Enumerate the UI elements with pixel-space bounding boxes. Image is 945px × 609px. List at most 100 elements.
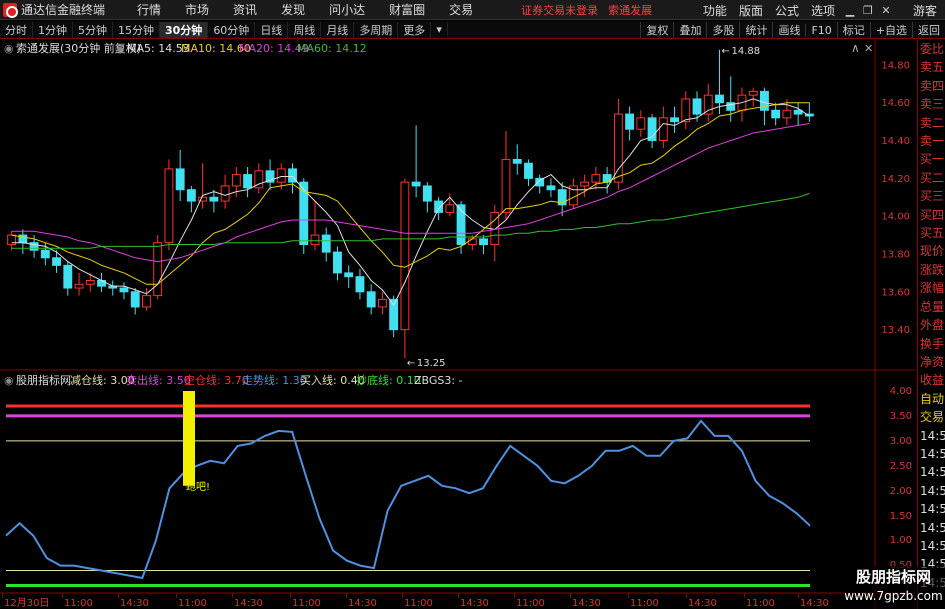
- period-tab-60min[interactable]: 60分钟: [208, 21, 256, 38]
- quote-field-label: 卖四: [920, 78, 945, 93]
- ind-y-tick: 1.00: [890, 535, 912, 546]
- period-tab-timeshare[interactable]: 分时: [0, 21, 33, 38]
- signal-text: 跑吧!: [186, 480, 210, 493]
- period-tab-1min[interactable]: 1分钟: [33, 21, 73, 38]
- quote-field-label: 买一: [920, 152, 945, 167]
- mark-button[interactable]: 标记: [836, 22, 870, 38]
- more-dropdown-icon[interactable]: ▾: [431, 23, 448, 36]
- period-tab-week[interactable]: 周线: [288, 21, 322, 38]
- x-tick-label: 11:00: [404, 598, 433, 609]
- candle-body: [164, 168, 174, 244]
- quote-field-label: 买五: [920, 226, 945, 241]
- ma-options-icon[interactable]: ◉: [115, 42, 125, 55]
- x-axis: 12月30日 11:00 14:30 11:00 14:30 11:00 14:30 11:0…: [2, 593, 829, 609]
- candle-body: [411, 181, 421, 187]
- menu-quotes[interactable]: 行情: [125, 1, 173, 18]
- quote-field-label: 净资: [920, 354, 945, 369]
- candle-body: [85, 279, 95, 285]
- period-tab-30min[interactable]: 30分钟: [160, 21, 209, 38]
- minimize-icon[interactable]: ▁: [841, 4, 859, 17]
- candle-body: [512, 158, 522, 164]
- overlay-button[interactable]: 叠加: [673, 22, 706, 38]
- trade-login-status[interactable]: 证券交易未登录: [521, 2, 598, 18]
- guest-user[interactable]: 游客: [913, 2, 937, 19]
- main-y-tick: 13.40: [881, 325, 910, 336]
- main-y-tick: 13.60: [881, 287, 910, 298]
- multi-stock-button[interactable]: 多股: [706, 22, 739, 38]
- menu-market[interactable]: 市场: [173, 1, 221, 18]
- candle-body: [52, 257, 61, 266]
- period-tab-5min[interactable]: 5分钟: [73, 21, 113, 38]
- candle-body: [333, 251, 342, 274]
- menu-bar: 通达信金融终端 行情 市场 资讯 发现 问小达 财富圈 交易 证券交易未登录 索…: [0, 0, 945, 20]
- ind-y-tick: 3.50: [890, 411, 912, 422]
- trade-detail-time: 14:5: [920, 502, 945, 517]
- restore-icon[interactable]: ❐: [859, 4, 877, 17]
- candle-body: [310, 234, 320, 246]
- back-button[interactable]: 返回: [912, 22, 945, 38]
- candle-body: [715, 94, 724, 104]
- watermark: 股朋指标网 www.7gpzb.com: [842, 566, 945, 609]
- menu-formula[interactable]: 公式: [769, 2, 805, 19]
- period-tab-day[interactable]: 日线: [255, 21, 289, 38]
- candle-body: [153, 242, 163, 297]
- period-tab-15min[interactable]: 15分钟: [113, 21, 160, 38]
- indicator-legend-trend: 走势线: 1.30: [242, 373, 307, 387]
- add-watchlist-button[interactable]: +自选: [869, 22, 912, 38]
- candle-body: [142, 295, 151, 308]
- settings-icon[interactable]: ✕: [864, 42, 873, 55]
- menu-layout[interactable]: 版面: [733, 2, 769, 19]
- adjust-button[interactable]: 复权: [640, 22, 673, 38]
- x-tick-label: 14:30: [800, 598, 829, 609]
- candle-body: [366, 291, 376, 308]
- current-stock-name: 索通发展: [608, 3, 653, 17]
- indicator-options-icon[interactable]: ◉: [4, 374, 14, 387]
- quote-field-label: 卖三: [920, 97, 945, 112]
- menu-wealth[interactable]: 财富圈: [377, 1, 437, 18]
- menu-trade[interactable]: 交易: [437, 1, 485, 18]
- quote-field-label: 涨跌: [920, 262, 945, 277]
- candle-body: [524, 162, 533, 179]
- close-icon[interactable]: ✕: [877, 4, 895, 17]
- statistics-button[interactable]: 统计: [739, 22, 772, 38]
- ind-y-tick: 2.50: [890, 461, 912, 472]
- chart-area[interactable]: ◉ 索通发展(30分钟 前复权) ◉ MA5: 14.53 MA10: 14.6…: [0, 40, 915, 609]
- candle-body: [625, 113, 635, 130]
- candle-body: [613, 113, 623, 183]
- trade-detail-header[interactable]: 自动: [918, 390, 945, 408]
- menu-function[interactable]: 功能: [697, 2, 733, 19]
- collapse-icon[interactable]: ∧: [851, 41, 860, 55]
- menu-ask[interactable]: 问小达: [317, 1, 377, 18]
- low-arrow-icon: ←: [407, 358, 415, 369]
- main-y-tick: 14.60: [881, 98, 910, 109]
- trade-detail-header[interactable]: 交易: [918, 408, 945, 426]
- f10-button[interactable]: F10: [805, 23, 836, 37]
- period-tab-more[interactable]: 更多: [398, 21, 432, 38]
- indicator-legend-reduce: 减仓线: 3.00: [70, 373, 135, 387]
- period-tab-month[interactable]: 月线: [321, 21, 355, 38]
- menu-discover[interactable]: 发现: [269, 1, 317, 18]
- menu-news[interactable]: 资讯: [221, 1, 269, 18]
- x-tick-label: 14:30: [348, 598, 377, 609]
- ma-lines-layer: [11, 98, 810, 307]
- quote-field-label: 卖五: [920, 60, 945, 75]
- candle-body: [501, 158, 511, 213]
- menu-options[interactable]: 选项: [805, 2, 841, 19]
- quote-field-label: 买三: [920, 189, 945, 204]
- trade-detail-time: 14:5: [920, 446, 945, 461]
- watermark-title: 股朋指标网: [855, 568, 931, 586]
- candle-body: [445, 204, 455, 213]
- low-price-label: 13.25: [417, 358, 446, 369]
- trade-detail-time: 14:5: [920, 428, 945, 443]
- main-y-tick: 14.80: [881, 60, 910, 71]
- x-tick-label: 11:00: [292, 598, 321, 609]
- trade-detail-time: 14:5: [920, 465, 945, 480]
- ind-y-tick: 1.50: [890, 511, 912, 522]
- menu-right: 功能 版面 公式 选项 ▁ ❐ ✕ 游客: [697, 0, 945, 20]
- candle-body: [220, 185, 230, 202]
- candle-body: [771, 109, 781, 119]
- period-tab-multi[interactable]: 多周期: [354, 21, 399, 38]
- draw-line-button[interactable]: 画线: [772, 22, 805, 38]
- candle-body: [681, 98, 691, 123]
- chart-options-icon[interactable]: ◉: [4, 42, 14, 55]
